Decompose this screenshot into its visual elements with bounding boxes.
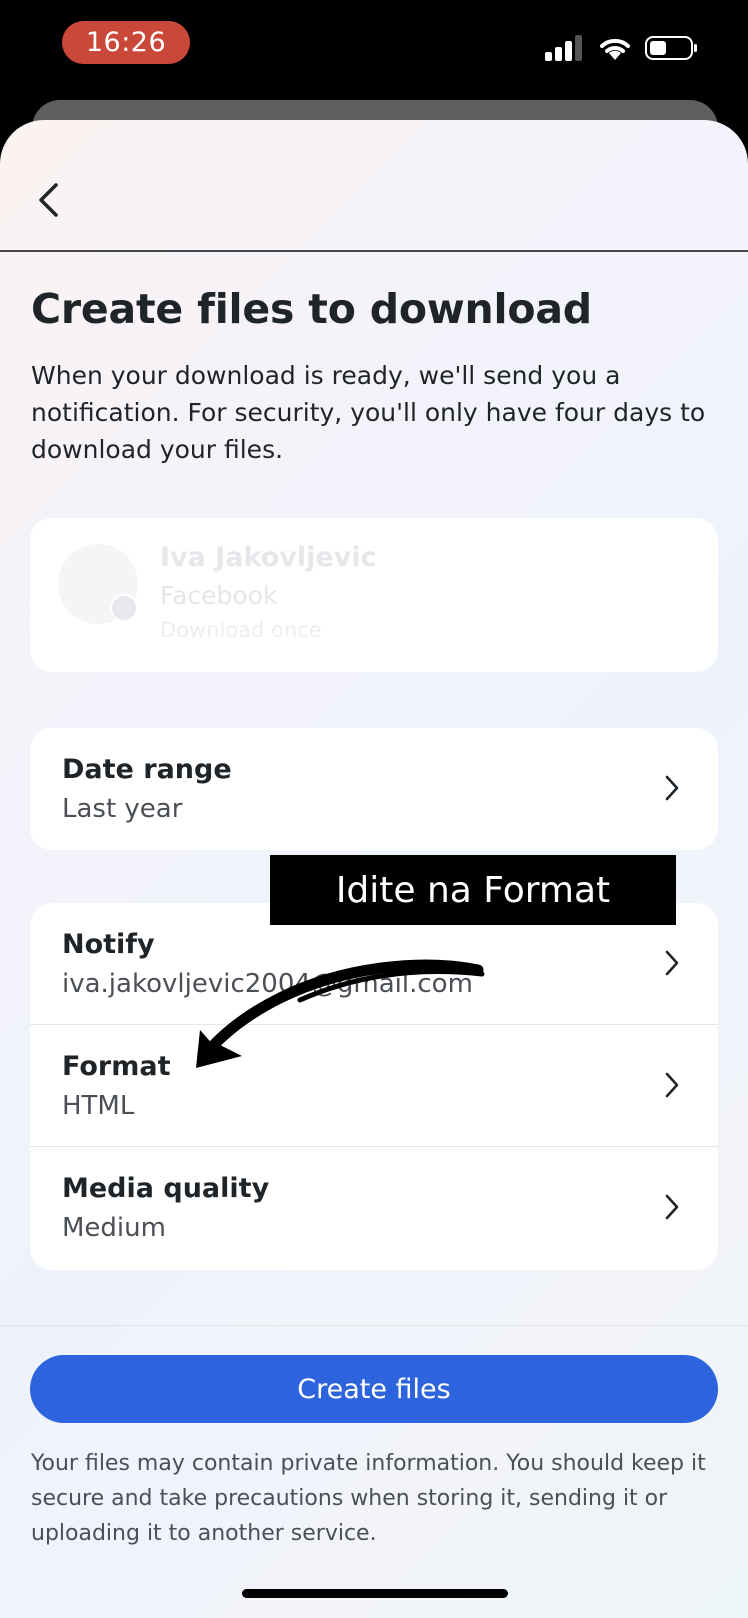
chevron-right-icon — [665, 775, 679, 801]
back-button[interactable] — [30, 178, 66, 222]
format-label: Format — [62, 1051, 171, 1082]
signal-icon — [545, 35, 582, 61]
chevron-left-icon — [39, 183, 58, 217]
footer-divider — [0, 1325, 748, 1326]
account-card[interactable]: Iva Jakovljevic Facebook Download once — [30, 518, 718, 672]
facebook-icon — [110, 594, 138, 622]
date-range-label: Date range — [62, 754, 232, 785]
date-range-value: Last year — [62, 794, 183, 824]
media-quality-row[interactable]: Media quality Medium — [30, 1147, 718, 1269]
status-time: 16:26 — [62, 21, 190, 64]
date-range-row[interactable]: Date range Last year — [30, 728, 718, 850]
header-divider — [0, 250, 748, 252]
page-description: When your download is ready, we'll send … — [31, 361, 706, 464]
media-quality-label: Media quality — [62, 1173, 270, 1204]
account-app: Facebook — [160, 581, 278, 610]
format-value: HTML — [62, 1091, 135, 1121]
arrow-annotation-icon — [196, 959, 485, 1068]
battery-icon — [645, 36, 697, 60]
wifi-icon — [600, 38, 630, 60]
account-mode: Download once — [160, 618, 322, 642]
notify-label: Notify — [62, 929, 155, 960]
status-bar: 16:26 — [0, 0, 748, 100]
privacy-disclaimer: Your files may contain private informati… — [31, 1451, 706, 1546]
annotation-label: Idite na Format — [270, 855, 676, 925]
create-files-button[interactable]: Create files — [30, 1355, 718, 1423]
page-title: Create files to download — [31, 285, 592, 333]
chevron-right-icon — [665, 950, 679, 976]
account-name: Iva Jakovljevic — [160, 542, 377, 573]
chevron-right-icon — [665, 1072, 679, 1098]
chevron-right-icon — [665, 1194, 679, 1220]
home-indicator — [242, 1589, 508, 1598]
media-quality-value: Medium — [62, 1213, 166, 1243]
